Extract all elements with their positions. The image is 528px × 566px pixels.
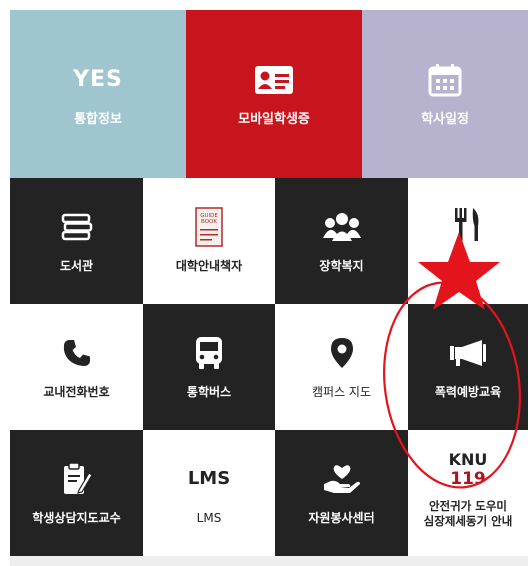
campus-phone-directory-tile[interactable]: 교내전화번호 xyxy=(10,304,143,430)
campus-map-tile[interactable]: 캠퍼스 지도 xyxy=(275,304,408,430)
yes-logo: YES xyxy=(73,67,123,92)
utensils-icon xyxy=(452,206,484,242)
tile-label: 통학버스 xyxy=(186,384,232,399)
tile-label: 교내전화번호 xyxy=(43,384,110,399)
id-card-icon xyxy=(254,62,294,98)
tile-label: 학사일정 xyxy=(421,111,469,127)
lms-tile[interactable]: LMS LMS xyxy=(143,430,275,556)
map-pin-icon xyxy=(330,335,354,371)
people-group-icon xyxy=(322,209,361,245)
scholarship-welfare-tile[interactable]: 장학복지 xyxy=(275,178,408,304)
tile-label: 대학안내책자 xyxy=(175,258,243,273)
shuttle-bus-tile[interactable]: 통학버스 xyxy=(143,304,275,430)
tile-label: 통합정보 xyxy=(74,111,122,127)
megaphone-icon xyxy=(449,335,487,371)
calendar-icon xyxy=(428,62,462,98)
aed-guide-label: 심장제세동기 안내 xyxy=(423,514,513,528)
clipboard-pen-icon xyxy=(62,461,92,497)
violence-prevention-education-tile[interactable]: 폭력예방교육 xyxy=(408,304,528,430)
emergency-119-label: 119 xyxy=(450,469,486,489)
cafeteria-tile[interactable] xyxy=(408,178,528,304)
phone-icon xyxy=(62,335,92,371)
tile-label: 자원봉사센터 xyxy=(308,510,375,525)
tile-label: LMS xyxy=(196,510,222,525)
books-icon xyxy=(61,209,93,245)
safe-return-aed-tile[interactable]: KNU 119 안전귀가 도우미 심장제세동기 안내 xyxy=(408,430,528,556)
tile-label: 도서관 xyxy=(59,258,94,273)
student-counseling-advisor-tile[interactable]: 학생상담지도교수 xyxy=(10,430,143,556)
bus-icon xyxy=(195,335,223,371)
volunteer-center-tile[interactable]: 자원봉사센터 xyxy=(275,430,408,556)
yes-integrated-info-tile[interactable]: YES 통합정보 xyxy=(10,10,186,178)
safe-return-helper-label: 안전귀가 도우미 xyxy=(428,499,508,513)
tile-label: 폭력예방교육 xyxy=(434,384,502,399)
guide-book-icon: GUIDE BOOK xyxy=(194,206,224,247)
lms-logo: LMS xyxy=(187,468,231,489)
tile-label: 장학복지 xyxy=(319,258,364,273)
tile-label: 모바일학생증 xyxy=(238,111,310,127)
hand-heart-icon xyxy=(323,461,361,497)
tile-label: 학생상담지도교수 xyxy=(32,510,121,525)
menu-grid: YES 통합정보 모바일학생증 학사일정 도서관 GUIDE BOOK 대학안내… xyxy=(10,10,528,566)
tile-label: 캠퍼스 지도 xyxy=(311,384,371,399)
university-guide-book-tile[interactable]: GUIDE BOOK 대학안내책자 xyxy=(143,178,275,304)
mobile-student-id-tile[interactable]: 모바일학생증 xyxy=(186,10,362,178)
academic-calendar-tile[interactable]: 학사일정 xyxy=(362,10,528,178)
library-tile[interactable]: 도서관 xyxy=(10,178,143,304)
knu-logo: KNU xyxy=(448,450,488,469)
svg-text:BOOK: BOOK xyxy=(201,219,217,225)
